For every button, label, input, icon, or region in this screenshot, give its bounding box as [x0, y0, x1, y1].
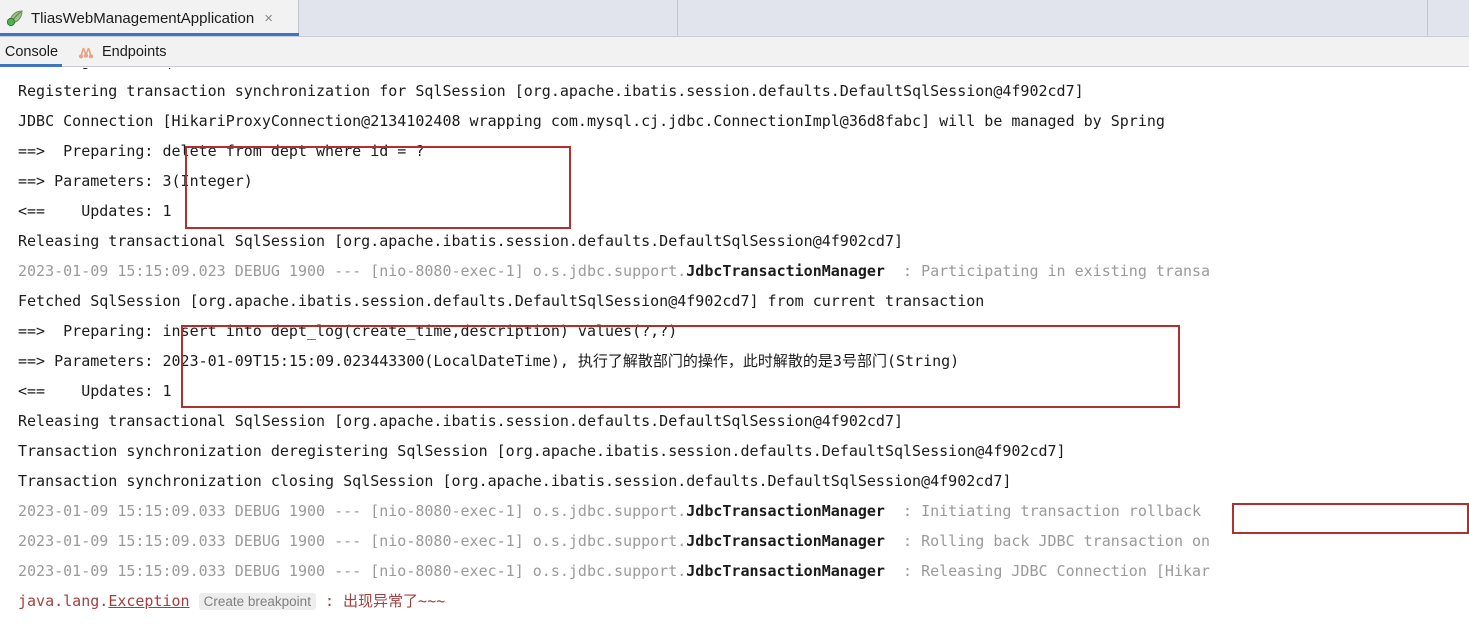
run-tab-empty-slot-1[interactable] [300, 0, 678, 36]
log-span: JDBC Connection [HikariProxyConnection@2… [18, 112, 1165, 130]
log-span: JdbcTransactionManager [686, 262, 885, 280]
tab-endpoints-label: Endpoints [102, 43, 167, 60]
log-span: Transaction synchronization closing SqlS… [18, 472, 1012, 490]
log-span: : Initiating transaction rollback [884, 502, 1202, 520]
log-span: Transaction synchronization deregisterin… [18, 442, 1066, 460]
log-span: Releasing transactional SqlSession [org.… [18, 412, 904, 430]
line-registering-sync: Registering transaction synchronization … [0, 76, 1469, 106]
line-preparing-insert: ==> Preparing: insert into dept_log(crea… [0, 316, 1469, 346]
line-debug-participating: 2023-01-09 15:15:09.023 DEBUG 1900 --- [… [0, 256, 1469, 286]
line-releasing-2: Releasing transactional SqlSession [org.… [0, 406, 1469, 436]
run-tab-empty-slot-3[interactable] [1429, 0, 1469, 36]
line-deregistering: Transaction synchronization deregisterin… [0, 436, 1469, 466]
log-span [190, 592, 199, 610]
line-releasing-1: Releasing transactional SqlSession [org.… [0, 226, 1469, 256]
line-parameters-insert: ==> Parameters: 2023-01-09T15:15:09.0234… [0, 346, 1469, 376]
log-span: <== Updates: 1 [18, 382, 172, 400]
line-debug-releasing-conn: 2023-01-09 15:15:09.033 DEBUG 1900 --- [… [0, 556, 1469, 586]
log-span: : 出现异常了~~~ [315, 592, 446, 610]
line-updates-insert: <== Updates: 1 [0, 376, 1469, 406]
log-span: ==> Preparing: insert into dept_log(crea… [18, 322, 678, 340]
console-log-lines: Creating a new SqlSession Registering tra… [0, 68, 1469, 616]
log-span: 2023-01-09 15:15:09.033 DEBUG 1900 --- [… [18, 562, 687, 580]
line-closing: Transaction synchronization closing SqlS… [0, 466, 1469, 496]
log-span: 2023-01-09 15:15:09.033 DEBUG 1900 --- [… [18, 532, 687, 550]
tab-console[interactable]: Console [0, 37, 63, 66]
tab-endpoints[interactable]: Endpoints [78, 37, 167, 66]
line-debug-rolling-back: 2023-01-09 15:15:09.033 DEBUG 1900 --- [… [0, 526, 1469, 556]
active-subtab-indicator [0, 64, 62, 67]
log-span: Fetched SqlSession [org.apache.ibatis.se… [18, 292, 985, 310]
log-span: : Rolling back JDBC transaction on [884, 532, 1211, 550]
line-creating-session: Creating a new SqlSession [0, 68, 1469, 76]
active-tab-indicator [0, 33, 299, 36]
line-debug-initiating-rollback: 2023-01-09 15:15:09.033 DEBUG 1900 --- [… [0, 496, 1469, 526]
log-span: Releasing transactional SqlSession [org.… [18, 232, 904, 250]
tab-console-label: Console [4, 43, 59, 60]
line-jdbc-connection: JDBC Connection [HikariProxyConnection@2… [0, 106, 1469, 136]
log-span: <== Updates: 1 [18, 202, 172, 220]
log-span: Create breakpoint [198, 593, 316, 610]
log-span: 2023-01-09 15:15:09.023 DEBUG 1900 --- [… [18, 262, 687, 280]
run-tab-empty-slot-2[interactable] [679, 0, 1428, 36]
line-preparing-delete: ==> Preparing: delete from dept where id… [0, 136, 1469, 166]
log-span: Creating a new SqlSession [18, 68, 244, 70]
log-span: Registering transaction synchronization … [18, 82, 1084, 100]
log-span[interactable]: Exception [108, 592, 189, 610]
close-icon[interactable]: × [264, 11, 273, 26]
log-span: : Participating in existing transa [884, 262, 1211, 280]
line-fetched-session: Fetched SqlSession [org.apache.ibatis.se… [0, 286, 1469, 316]
log-span: ==> Parameters: 3(Integer) [18, 172, 253, 190]
spring-boot-run-icon [6, 9, 25, 27]
run-tab-tliaswebmanagementapplication[interactable]: TliasWebManagementApplication × [0, 0, 299, 36]
console-output[interactable]: Creating a new SqlSession Registering tra… [0, 68, 1469, 624]
run-tab-label: TliasWebManagementApplication [31, 9, 255, 27]
log-span: ==> Preparing: delete from dept where id… [18, 142, 425, 160]
log-span: JdbcTransactionManager [686, 502, 885, 520]
run-tab-bar: TliasWebManagementApplication × [0, 0, 1469, 37]
log-span: JdbcTransactionManager [686, 532, 885, 550]
line-parameters-delete: ==> Parameters: 3(Integer) [0, 166, 1469, 196]
line-exception: java.lang.Exception Create breakpoint : … [0, 586, 1469, 616]
log-span: : Releasing JDBC Connection [Hikar [884, 562, 1211, 580]
log-span: JdbcTransactionManager [686, 562, 885, 580]
endpoints-graph-icon [78, 44, 94, 60]
log-span: java.lang. [18, 592, 109, 610]
log-span: 2023-01-09 15:15:09.033 DEBUG 1900 --- [… [18, 502, 687, 520]
console-subtab-bar: Console Endpoints [0, 37, 1469, 67]
line-updates-delete: <== Updates: 1 [0, 196, 1469, 226]
log-span: ==> Parameters: 2023-01-09T15:15:09.0234… [18, 352, 960, 370]
